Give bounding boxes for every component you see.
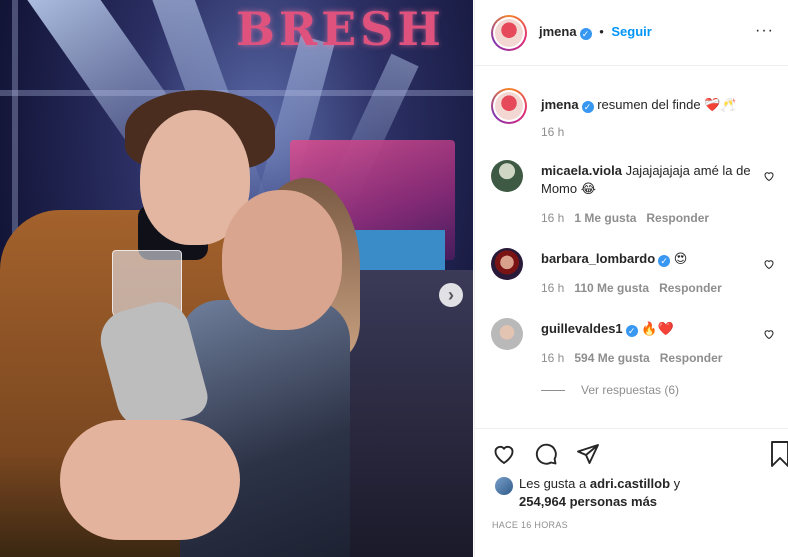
save-icon[interactable] — [771, 441, 788, 470]
comment-meta: 16 h 110 Me gusta Responder — [541, 281, 722, 295]
author-line: jmena ✓ • Seguir — [539, 24, 652, 40]
post-photo[interactable]: BRESH › — [0, 0, 473, 557]
comment-row: barbara_lombardo ✓ 😍 16 h 110 Me gusta Resp… — [491, 248, 781, 298]
comment-time: 16 h — [541, 351, 565, 365]
verified-icon: ✓ — [581, 101, 594, 113]
like-icon[interactable] — [491, 441, 517, 467]
comment-time: 16 h — [541, 211, 565, 225]
comment-emoji: 😍 — [673, 251, 688, 266]
caption-body: resumen del finde — [597, 97, 701, 112]
verified-icon: ✓ — [625, 325, 638, 337]
share-icon[interactable] — [575, 441, 601, 467]
comment-emoji: 😂 — [580, 181, 596, 196]
comment-meta: 16 h 1 Me gusta Responder — [541, 211, 709, 225]
arm — [60, 420, 240, 540]
verified-icon: ✓ — [658, 255, 671, 267]
reply-button[interactable]: Responder — [659, 281, 722, 295]
comments-list[interactable]: jmena ✓ resumen del finde ❤️‍🩹🥂 16 h mica… — [475, 67, 788, 427]
likes-text: Les gusta a adri.castillob y 254,964 per… — [519, 475, 779, 511]
view-replies-label[interactable]: Ver respuestas (6) — [581, 383, 679, 397]
comment-time: 16 h — [541, 281, 565, 295]
woman-face — [222, 190, 342, 330]
caption-username[interactable]: jmena — [541, 97, 579, 112]
comment-icon[interactable] — [533, 441, 559, 467]
author-avatar[interactable] — [491, 88, 527, 124]
stage-truss — [12, 0, 18, 260]
comment-row: micaela.viola Jajajajajaja amé la de Mom… — [491, 160, 781, 230]
like-comment-icon[interactable] — [763, 258, 775, 273]
commenter-avatar[interactable] — [491, 248, 523, 280]
like-comment-icon[interactable] — [763, 170, 775, 185]
caption-text: jmena ✓ resumen del finde ❤️‍🩹🥂 — [541, 96, 751, 114]
comment-text: guillevaldes1 ✓ 🔥❤️ — [541, 320, 751, 338]
post-side-panel: jmena ✓ • Seguir ··· jmena ✓ resumen del f… — [474, 0, 788, 557]
caption-time: 16 h — [541, 125, 565, 139]
post-actions: Les gusta a adri.castillob y 254,964 per… — [475, 428, 788, 557]
likes-prefix: Les gusta a — [519, 476, 587, 491]
post-timestamp[interactable]: HACE 16 HORAS — [492, 520, 568, 530]
stage-screen-band — [350, 230, 445, 275]
like-comment-icon[interactable] — [763, 328, 775, 343]
comment-text: micaela.viola Jajajajajaja amé la de Mom… — [541, 162, 751, 198]
author-username[interactable]: jmena — [539, 24, 577, 39]
caption-emoji: ❤️‍🩹🥂 — [704, 97, 737, 112]
comment-text: barbara_lombardo ✓ 😍 — [541, 250, 751, 268]
separator-dot: • — [599, 24, 604, 39]
next-photo-button[interactable]: › — [439, 283, 463, 307]
reply-button[interactable]: Responder — [646, 211, 709, 225]
reply-button[interactable]: Responder — [660, 351, 723, 365]
comment-username[interactable]: barbara_lombardo — [541, 251, 655, 266]
view-replies-button[interactable]: Ver respuestas (6) — [541, 383, 679, 397]
likes-connector: y — [673, 476, 681, 491]
comment-row: guillevaldes1 ✓ 🔥❤️ 16 h 594 Me gusta Respo… — [491, 318, 781, 368]
commenter-avatar[interactable] — [491, 160, 523, 192]
comment-likes[interactable]: 110 Me gusta — [574, 281, 649, 295]
likes-count[interactable]: 254,964 personas más — [519, 494, 657, 509]
follow-button[interactable]: Seguir — [611, 24, 651, 39]
liker-avatar[interactable] — [495, 477, 513, 495]
more-options-icon[interactable]: ··· — [755, 22, 774, 40]
author-avatar[interactable] — [491, 15, 527, 51]
comment-username[interactable]: micaela.viola — [541, 163, 622, 178]
comment-emoji: 🔥❤️ — [641, 321, 674, 336]
stage-sign: BRESH — [236, 2, 445, 56]
comment-username[interactable]: guillevaldes1 — [541, 321, 623, 336]
comment-meta: 16 h 594 Me gusta Responder — [541, 351, 722, 365]
post-header: jmena ✓ • Seguir ··· — [475, 0, 788, 66]
replies-divider — [541, 389, 565, 391]
liker-username[interactable]: adri.castillob — [590, 476, 670, 491]
action-icons — [491, 441, 601, 467]
commenter-avatar[interactable] — [491, 318, 523, 350]
comment-likes[interactable]: 594 Me gusta — [574, 351, 649, 365]
verified-icon: ✓ — [579, 28, 592, 40]
caption: jmena ✓ resumen del finde ❤️‍🩹🥂 16 h — [491, 88, 781, 148]
comment-likes[interactable]: 1 Me gusta — [574, 211, 636, 225]
chevron-right-icon: › — [448, 285, 454, 305]
